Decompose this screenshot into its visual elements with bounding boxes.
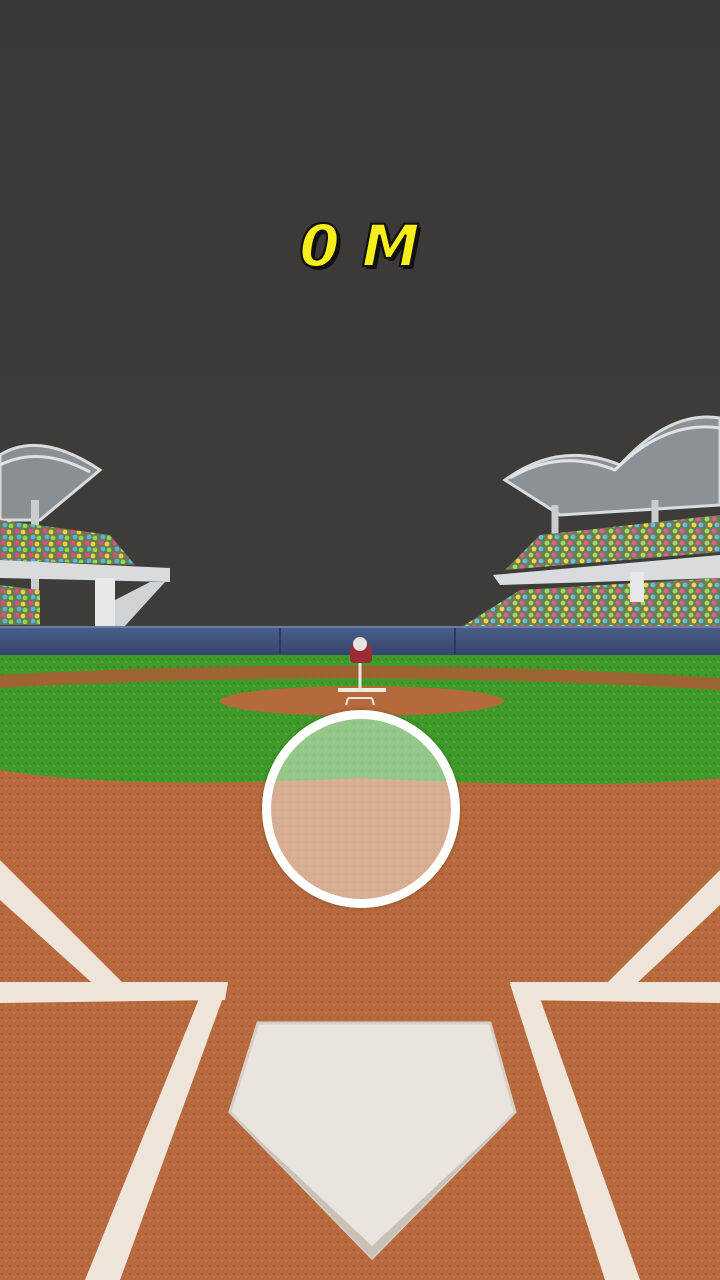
right-grandstand bbox=[460, 415, 720, 628]
left-grandstand bbox=[0, 443, 170, 626]
game-scene[interactable]: 0 M bbox=[0, 0, 720, 1280]
ballpark-view bbox=[0, 415, 720, 1280]
distance-counter: 0 M bbox=[298, 211, 421, 281]
swing-target-button[interactable] bbox=[262, 710, 460, 908]
